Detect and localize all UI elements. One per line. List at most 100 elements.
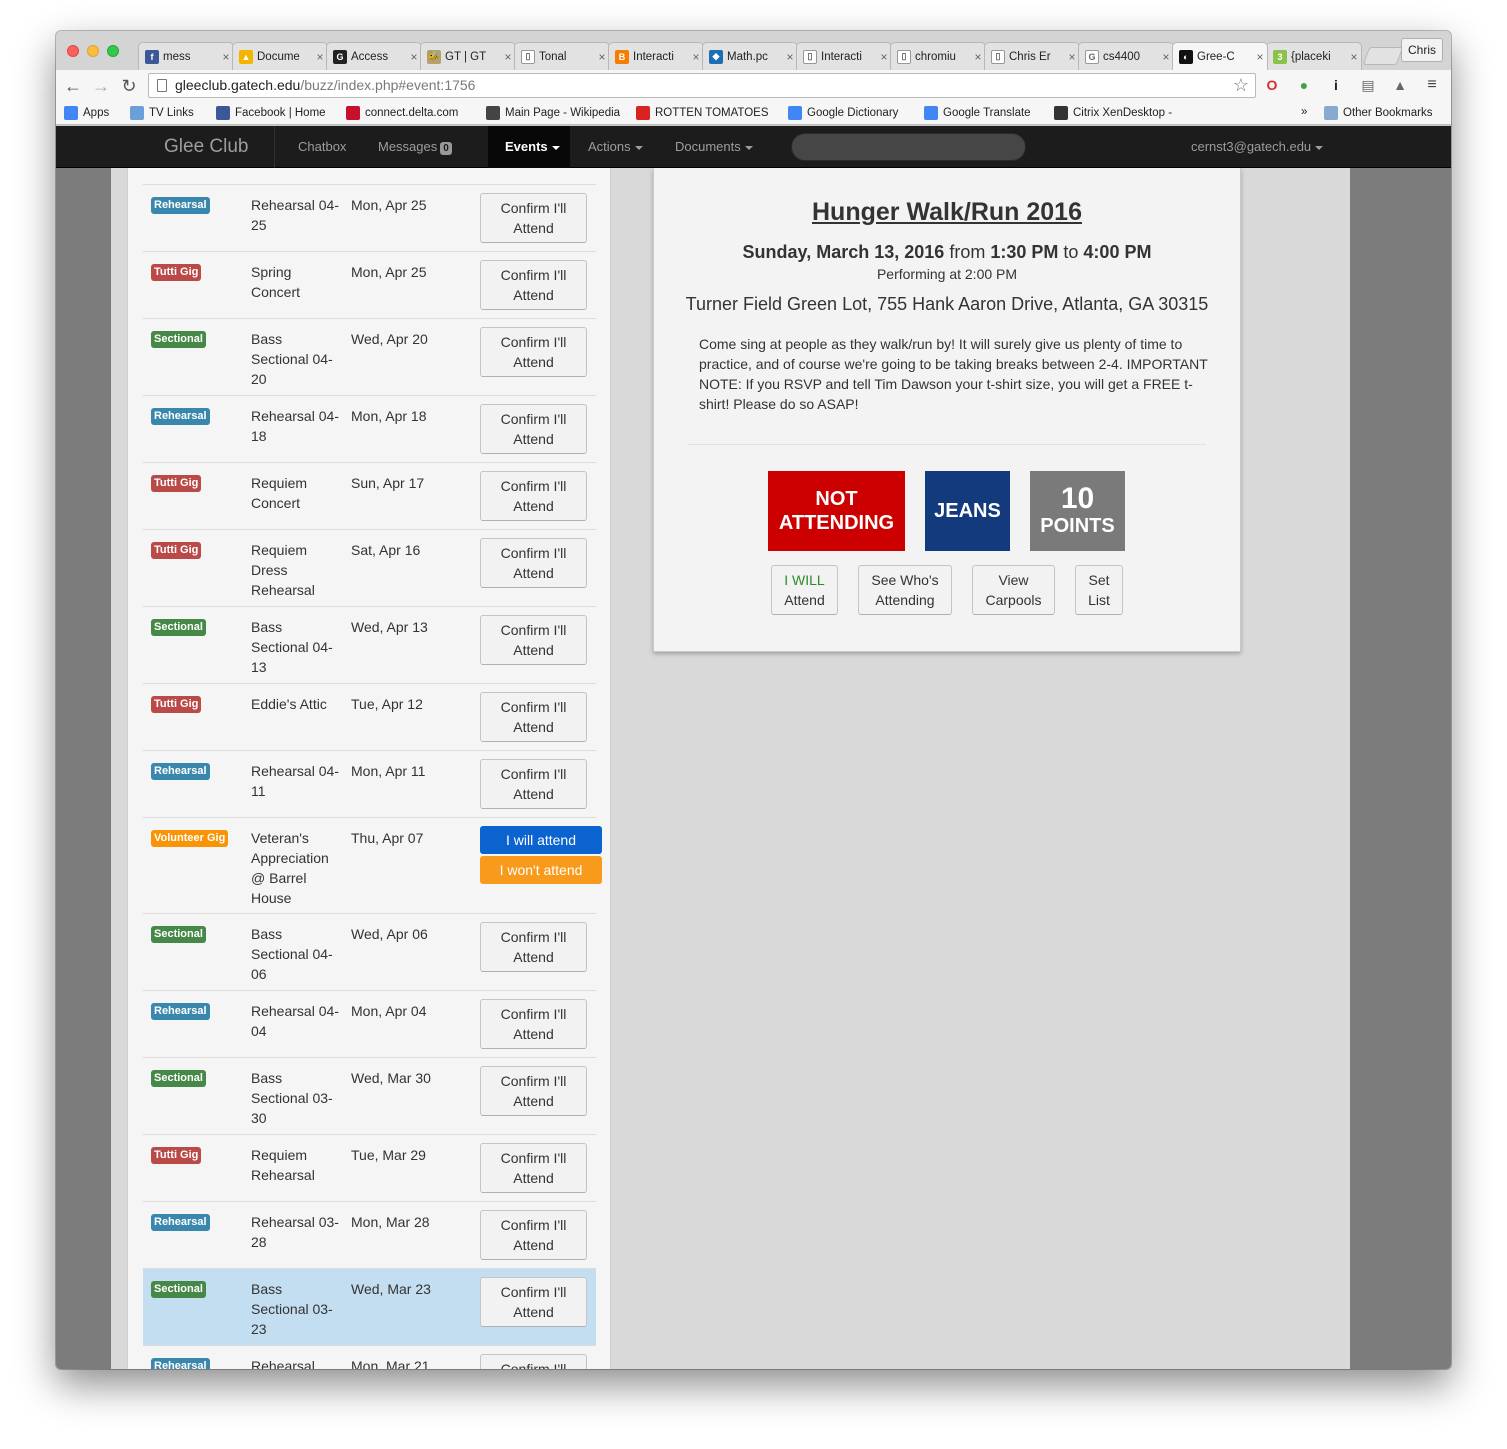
- confirm-attend-button[interactable]: Confirm I'll Attend: [480, 260, 587, 310]
- confirm-attend-button[interactable]: Confirm I'll Attend: [480, 538, 587, 588]
- event-name[interactable]: Rehearsal 04-11: [251, 761, 343, 801]
- nav-documents[interactable]: Documents: [675, 139, 753, 154]
- event-row[interactable]: Sectional Bass Sectional 04-06 Wed, Apr 06…: [143, 913, 596, 990]
- bookmark-item[interactable]: Citrix XenDesktop -: [1054, 106, 1172, 120]
- event-name[interactable]: Rehearsal 04-04: [251, 1001, 343, 1041]
- back-arrow-icon[interactable]: ←: [62, 75, 84, 97]
- confirm-attend-button[interactable]: Confirm I'll Attend: [480, 471, 587, 521]
- confirm-attend-button[interactable]: Confirm I'll Attend: [480, 615, 587, 665]
- tab-close-icon[interactable]: ×: [1159, 50, 1173, 64]
- event-name[interactable]: Requiem Dress Rehearsal: [251, 540, 343, 600]
- tab-close-icon[interactable]: ×: [595, 50, 609, 64]
- tab-close-icon[interactable]: ×: [689, 50, 703, 64]
- browser-tab[interactable]: Gcs4400 ×: [1078, 42, 1174, 70]
- bookmark-item[interactable]: Google Translate: [924, 106, 1031, 120]
- tab-close-icon[interactable]: ×: [783, 50, 797, 64]
- drive-extension-icon[interactable]: ▲: [1391, 76, 1409, 94]
- bookmark-item[interactable]: connect.delta.com: [346, 106, 458, 120]
- event-name[interactable]: Eddie's Attic: [251, 694, 343, 714]
- browser-tab[interactable]: ▲ Docume ×: [232, 42, 328, 70]
- minimize-window-button[interactable]: [87, 45, 99, 57]
- browser-tab[interactable]: ▯ Chris Er ×: [984, 42, 1080, 70]
- confirm-attend-button[interactable]: Confirm I'll Attend: [480, 1277, 587, 1327]
- browser-tab[interactable]: ◐ Gree-C ×: [1172, 42, 1268, 70]
- see-whos-attending-button[interactable]: See Who's Attending: [858, 565, 952, 615]
- i-will-attend-button[interactable]: I will attend: [480, 826, 602, 854]
- event-row[interactable]: Sectional Bass Sectional 04-13 Wed, Apr 13…: [143, 606, 596, 683]
- event-row[interactable]: Tutti Gig Requiem Rehearsal Tue, Mar 29 Con…: [143, 1134, 596, 1201]
- set-list-button[interactable]: Set List: [1075, 565, 1123, 615]
- browser-tab[interactable]: ◆ Math.pc ×: [702, 42, 798, 70]
- event-row[interactable]: Rehearsal Rehearsal 03-28 Mon, Mar 28 Confi…: [143, 1201, 596, 1268]
- other-bookmarks-folder[interactable]: Other Bookmarks: [1324, 106, 1432, 120]
- event-name[interactable]: Bass Sectional 04-06: [251, 924, 343, 984]
- event-name[interactable]: Bass Sectional 04-20: [251, 329, 343, 389]
- event-row[interactable]: Rehearsal Rehearsal 04-25 Mon, Apr 25 Confi…: [143, 184, 596, 251]
- site-search-input[interactable]: [791, 133, 1026, 161]
- event-name[interactable]: Spring Concert: [251, 262, 343, 302]
- menu-icon[interactable]: ≡: [1423, 76, 1441, 94]
- tab-close-icon[interactable]: ×: [1065, 50, 1079, 64]
- confirm-attend-button[interactable]: Confirm I'll Attend: [480, 922, 587, 972]
- reload-icon[interactable]: ↻: [118, 75, 140, 97]
- event-row[interactable]: Tutti Gig Requiem Dress Rehearsal Sat, Apr…: [143, 529, 596, 606]
- nav-actions[interactable]: Actions: [588, 139, 643, 154]
- profile-button[interactable]: Chris: [1400, 38, 1443, 62]
- nav-chatbox[interactable]: Chatbox: [298, 139, 346, 154]
- forward-arrow-icon[interactable]: →: [90, 75, 112, 97]
- event-name[interactable]: Bass Sectional 03-30: [251, 1068, 343, 1128]
- zoom-window-button[interactable]: [107, 45, 119, 57]
- browser-tab[interactable]: f mess ×: [138, 42, 234, 70]
- browser-tab[interactable]: ▯ chromiu ×: [890, 42, 986, 70]
- nav-events[interactable]: Events: [505, 139, 560, 154]
- confirm-attend-button[interactable]: Confirm I'll Attend: [480, 404, 587, 454]
- browser-tab[interactable]: 3 {placeki ×: [1266, 42, 1362, 70]
- will-attend-button[interactable]: I WILL Attend: [771, 565, 838, 615]
- event-row[interactable]: Rehearsal Rehearsal 04-11 Mon, Apr 11 Confi…: [143, 750, 596, 817]
- close-window-button[interactable]: [67, 45, 79, 57]
- opera-extension-icon[interactable]: O: [1263, 76, 1281, 94]
- tab-close-icon[interactable]: ×: [313, 50, 327, 64]
- tab-close-icon[interactable]: ×: [1347, 50, 1361, 64]
- event-row[interactable]: Rehearsal Rehearsal 04-18 Mon, Apr 18 Confi…: [143, 395, 596, 462]
- browser-tab[interactable]: ▯ Tonal ×: [514, 42, 610, 70]
- bookmark-item[interactable]: Facebook | Home: [216, 106, 326, 120]
- event-list-panel[interactable]: Rehearsal Rehearsal 04-25 Mon, Apr 25 Confi…: [127, 168, 611, 1369]
- tab-close-icon[interactable]: ×: [501, 50, 515, 64]
- tab-close-icon[interactable]: ×: [219, 50, 233, 64]
- confirm-attend-button[interactable]: Confirm I'll Attend: [480, 1210, 587, 1260]
- bookmark-item[interactable]: ROTTEN TOMATOES: [636, 106, 769, 120]
- event-name[interactable]: Requiem Concert: [251, 473, 343, 513]
- event-name[interactable]: Rehearsal 04-25: [251, 195, 343, 235]
- event-row[interactable]: Rehearsal Rehearsal Mon, Mar 21 Confirm I'l…: [143, 1345, 596, 1369]
- event-row[interactable]: Tutti Gig Spring Concert Mon, Apr 25 Confir…: [143, 251, 596, 318]
- confirm-attend-button[interactable]: Confirm I'll Attend: [480, 193, 587, 243]
- info-extension-icon[interactable]: i: [1327, 76, 1345, 94]
- confirm-attend-button[interactable]: Confirm I'll Attend: [480, 759, 587, 809]
- event-row[interactable]: Tutti Gig Requiem Concert Sun, Apr 17 Confi…: [143, 462, 596, 529]
- event-row[interactable]: Sectional Bass Sectional 04-20 Wed, Apr 20…: [143, 318, 596, 395]
- confirm-attend-button[interactable]: Confirm I'll Attend: [480, 692, 587, 742]
- balloon-extension-icon[interactable]: ●: [1295, 76, 1313, 94]
- event-row[interactable]: Rehearsal Rehearsal 04-04 Mon, Apr 04 Confi…: [143, 990, 596, 1057]
- nav-messages[interactable]: Messages 0: [378, 139, 452, 155]
- event-name[interactable]: Veteran's Appreciation @ Barrel House: [251, 828, 343, 908]
- browser-tab[interactable]: 🐝 GT | GT ×: [420, 42, 516, 70]
- stack-extension-icon[interactable]: ▤: [1359, 76, 1377, 94]
- confirm-attend-button[interactable]: Confirm I'll Attend: [480, 327, 587, 377]
- event-row[interactable]: Sectional Bass Sectional 03-23 Wed, Mar 23…: [143, 1268, 596, 1345]
- tab-close-icon[interactable]: ×: [877, 50, 891, 64]
- event-name[interactable]: Bass Sectional 04-13: [251, 617, 343, 677]
- bookmark-item[interactable]: Google Dictionary: [788, 106, 898, 120]
- event-row[interactable]: Sectional Bass Sectional 03-30 Wed, Mar 30…: [143, 1057, 596, 1134]
- event-name[interactable]: Rehearsal 03-28: [251, 1212, 343, 1252]
- confirm-attend-button[interactable]: Confirm I'll Attend: [480, 1143, 587, 1193]
- event-name[interactable]: Rehearsal 04-18: [251, 406, 343, 446]
- tab-close-icon[interactable]: ×: [1253, 50, 1267, 64]
- nav-user-menu[interactable]: cernst3@gatech.edu: [1191, 139, 1324, 154]
- browser-tab[interactable]: G Access ×: [326, 42, 422, 70]
- bookmark-star-icon[interactable]: ☆: [1233, 74, 1249, 97]
- confirm-attend-button[interactable]: Confirm I'll: [480, 1354, 587, 1369]
- event-name[interactable]: Requiem Rehearsal: [251, 1145, 343, 1185]
- bookmark-item[interactable]: TV Links: [130, 106, 194, 120]
